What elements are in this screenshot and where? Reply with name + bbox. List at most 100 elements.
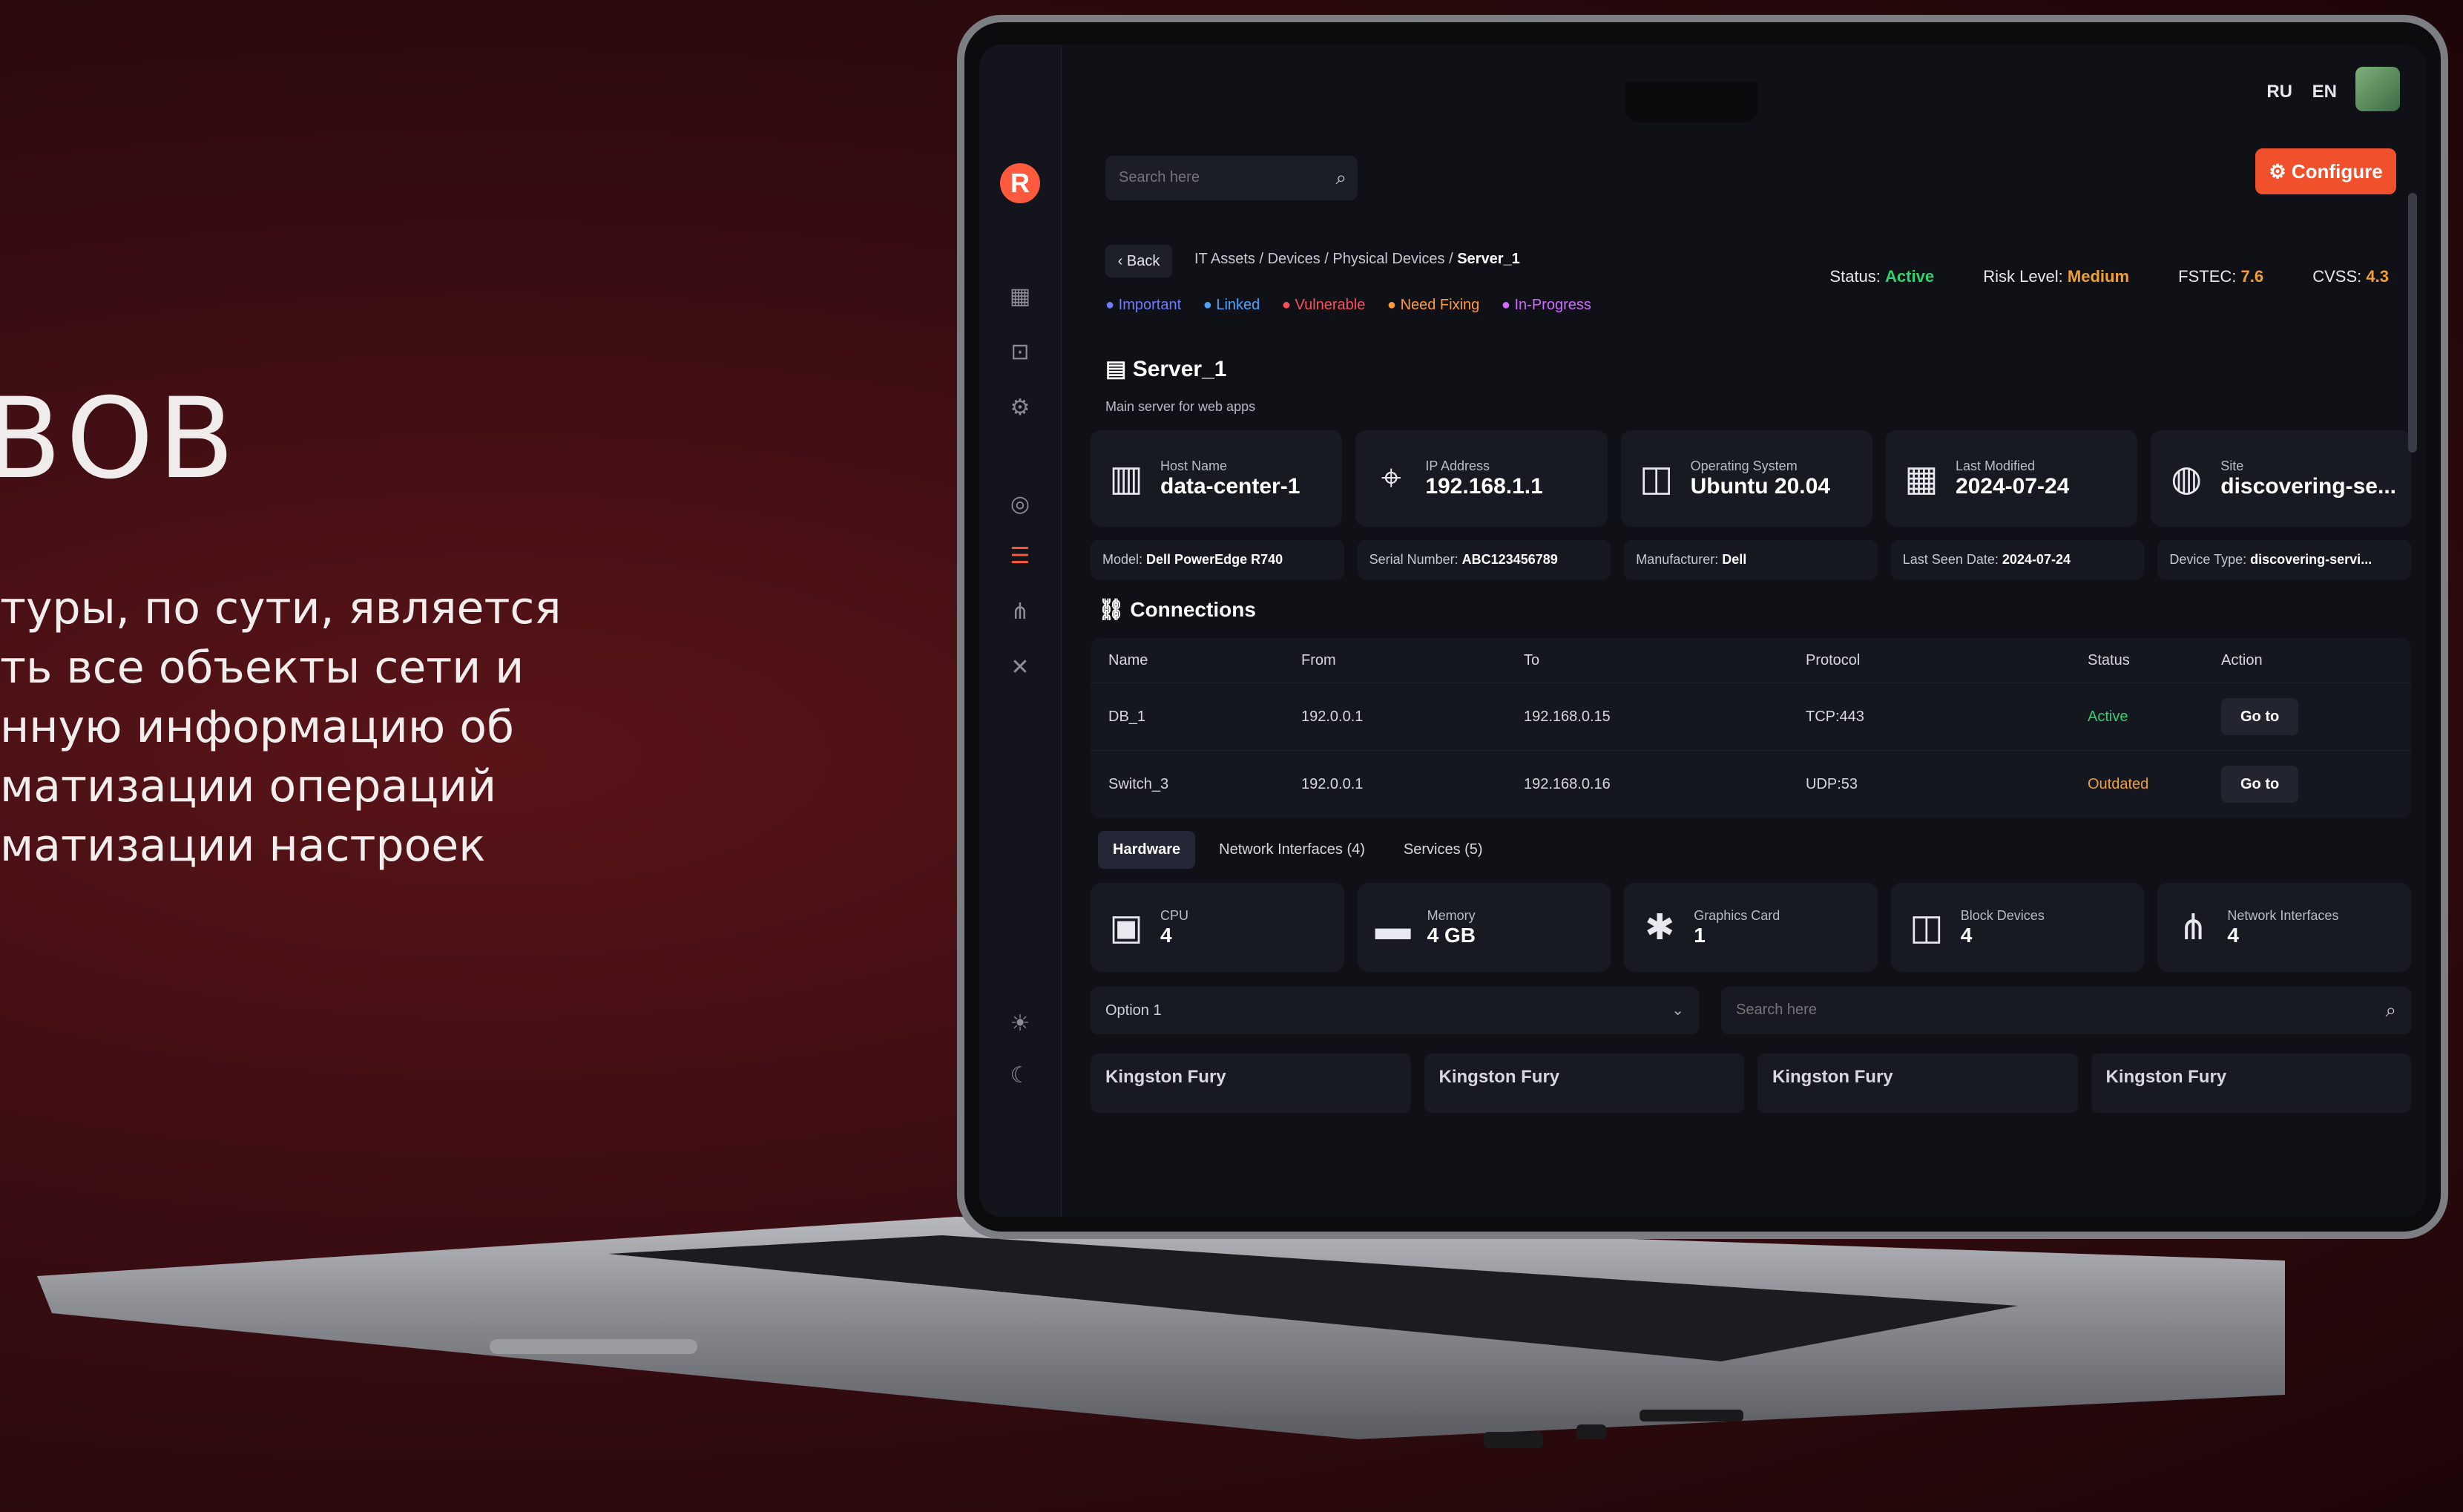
page-title: ▤ Server_1: [1105, 357, 1227, 381]
status-badge: Outdated: [2088, 775, 2149, 792]
settings-icon[interactable]: ⚙: [1005, 393, 1035, 423]
page-subtitle: Main server for web apps: [1105, 399, 1256, 414]
breadcrumb: IT Assets / Devices / Physical Devices /…: [1194, 251, 1520, 267]
dashboard-icon[interactable]: ▦: [1005, 282, 1035, 312]
goto-button[interactable]: Go to: [2221, 697, 2299, 735]
back-label: Back: [1126, 253, 1160, 269]
laptop-camera-notch: [1625, 82, 1758, 122]
status-item: Status: Active: [1829, 267, 1935, 286]
breadcrumb-current: Server_1: [1457, 251, 1520, 267]
theme-dark-icon[interactable]: ☾: [1005, 1061, 1035, 1091]
tab-hardware[interactable]: Hardware: [1098, 831, 1196, 869]
app-logo-icon[interactable]: R: [1000, 163, 1040, 203]
configure-button[interactable]: ⚙ Configure: [2255, 148, 2396, 194]
status-summary: Status: Active Risk Level: Medium FSTEC:…: [1785, 267, 2389, 286]
list-item[interactable]: Kingston Fury: [1091, 1054, 1411, 1113]
block-device-icon: ◫: [1910, 908, 1944, 947]
detail-tabs: Hardware Network Interfaces (4) Services…: [1098, 831, 1498, 869]
promo-line: туры, по сути, является: [0, 582, 562, 634]
promo-title: ВОВ: [0, 375, 239, 504]
gear-icon: ⚙: [2269, 160, 2292, 183]
theme-light-icon[interactable]: ☀: [1005, 1009, 1035, 1039]
cpu-icon: ▣: [1109, 908, 1143, 947]
server-icon: ▤: [1105, 357, 1133, 381]
promo-line: матизации настроек: [0, 820, 486, 872]
hardware-card-block: ◫ Block Devices 4: [1890, 883, 2145, 972]
hardware-card-cpu: ▣ CPU 4: [1091, 883, 1344, 972]
search-icon[interactable]: ⌕: [1335, 166, 1346, 190]
hardware-search-input[interactable]: [1721, 987, 2344, 1033]
promo-text: туры, по сути, является ть все объекты с…: [0, 579, 608, 875]
connections-title: ⛓ Connections: [1098, 598, 1256, 621]
info-card-ip: ⌖ IP Address 192.168.1.1: [1355, 430, 1608, 527]
avatar[interactable]: [2355, 67, 2400, 111]
goto-button[interactable]: Go to: [2221, 765, 2299, 803]
tag-need-fixing[interactable]: ● Need Fixing: [1387, 297, 1479, 313]
cvss-item: CVSS: 4.3: [2312, 267, 2389, 286]
promo-line: нную информацию об: [0, 701, 515, 753]
tag-in-progress[interactable]: ● In-Progress: [1502, 297, 1591, 313]
laptop-port: [1484, 1432, 1543, 1448]
link-icon: ⛓: [1098, 598, 1131, 621]
table-header: Name From To Protocol Status Action: [1091, 638, 2411, 683]
hardware-card-network: ⋔ Network Interfaces 4: [2157, 883, 2411, 972]
hardware-card-memory: ▬ Memory 4 GB: [1357, 883, 1611, 972]
search-box[interactable]: ⌕: [1105, 156, 1358, 200]
hardware-cards: ▣ CPU 4 ▬ Memory 4 GB ✱ Graphics Card 1 ◫ B…: [1091, 883, 2411, 972]
language-switcher[interactable]: RU EN: [2252, 82, 2337, 102]
inventory-icon[interactable]: ⊡: [1005, 338, 1035, 367]
hardware-card-graphics: ✱ Graphics Card 1: [1624, 883, 1878, 972]
option-select[interactable]: Option 1 ⌄: [1091, 987, 1699, 1034]
search-input[interactable]: [1105, 156, 1325, 200]
laptop-port: [1576, 1424, 1606, 1439]
lang-en[interactable]: EN: [2312, 82, 2337, 102]
memory-icon: ▬: [1375, 907, 1411, 947]
globe-icon: ◍: [2171, 459, 2203, 499]
breadcrumb-item[interactable]: Devices: [1268, 251, 1321, 267]
meta-serial: Serial Number: ABC123456789: [1357, 540, 1611, 579]
list-item[interactable]: Kingston Fury: [2091, 1054, 2411, 1113]
breadcrumb-item[interactable]: IT Assets: [1194, 251, 1255, 267]
app-screen: R ▦ ⊡ ⚙ ◎ ☰ ⋔ ✕ ☀ ☾ ⌕ RU EN ⚙ Configure …: [979, 45, 2426, 1217]
laptop-notch: [490, 1339, 697, 1354]
disk-icon: ◫: [1639, 459, 1674, 499]
tag-vulnerable[interactable]: ● Vulnerable: [1282, 297, 1366, 313]
search-icon[interactable]: ⌕: [2385, 999, 2396, 1022]
calendar-icon: ▦: [1904, 459, 1938, 499]
tools-icon[interactable]: ✕: [1005, 653, 1035, 683]
location-pin-icon: ⌖: [1381, 458, 1401, 498]
info-card-site: ◍ Site discovering-se...: [2151, 430, 2411, 527]
connections-table: Name From To Protocol Status Action DB_1…: [1091, 638, 2411, 818]
globe-nav-icon[interactable]: ◎: [1005, 490, 1035, 519]
device-meta: Model: Dell PowerEdge R740 Serial Number…: [1091, 540, 2411, 579]
status-badge: Active: [2088, 708, 2128, 725]
meta-device-type: Device Type: discovering-servi...: [2157, 540, 2411, 579]
devices-icon[interactable]: ☰: [1005, 542, 1035, 571]
tag-important[interactable]: ● Important: [1105, 297, 1181, 313]
chevron-left-icon: ‹: [1117, 253, 1127, 269]
info-card-modified: ▦ Last Modified 2024-07-24: [1885, 430, 2138, 527]
meta-model: Model: Dell PowerEdge R740: [1091, 540, 1344, 579]
info-cards: ▥ Host Name data-center-1 ⌖ IP Address 192…: [1091, 430, 2411, 527]
sidebar: R ▦ ⊡ ⚙ ◎ ☰ ⋔ ✕ ☀ ☾: [979, 45, 1062, 1217]
table-row: Switch_3 192.0.0.1 192.168.0.16 UDP:53 O…: [1091, 751, 2411, 818]
promo-line: ть все объекты сети и: [0, 642, 525, 694]
back-button[interactable]: ‹ Back: [1105, 245, 1172, 277]
tag-list: ● Important ● Linked ● Vulnerable ● Need…: [1105, 297, 1609, 314]
tab-services[interactable]: Services (5): [1389, 831, 1498, 869]
network-nav-icon[interactable]: ⋔: [1005, 597, 1035, 627]
tag-linked[interactable]: ● Linked: [1203, 297, 1260, 313]
lang-ru[interactable]: RU: [2266, 82, 2292, 102]
list-item[interactable]: Kingston Fury: [1424, 1054, 1744, 1113]
configure-label: Configure: [2291, 160, 2383, 183]
breadcrumb-item[interactable]: Physical Devices: [1332, 251, 1444, 267]
chevron-down-icon: ⌄: [1671, 1002, 1684, 1019]
hardware-search[interactable]: ⌕: [1721, 987, 2411, 1034]
info-card-os: ◫ Operating System Ubuntu 20.04: [1620, 430, 1872, 527]
graphics-card-icon: ✱: [1645, 908, 1675, 947]
network-icon: ⋔: [2178, 908, 2209, 947]
laptop-port: [1640, 1410, 1743, 1421]
scrollbar[interactable]: [2408, 193, 2417, 453]
tab-network-interfaces[interactable]: Network Interfaces (4): [1204, 831, 1380, 869]
list-item[interactable]: Kingston Fury: [1757, 1054, 2078, 1113]
